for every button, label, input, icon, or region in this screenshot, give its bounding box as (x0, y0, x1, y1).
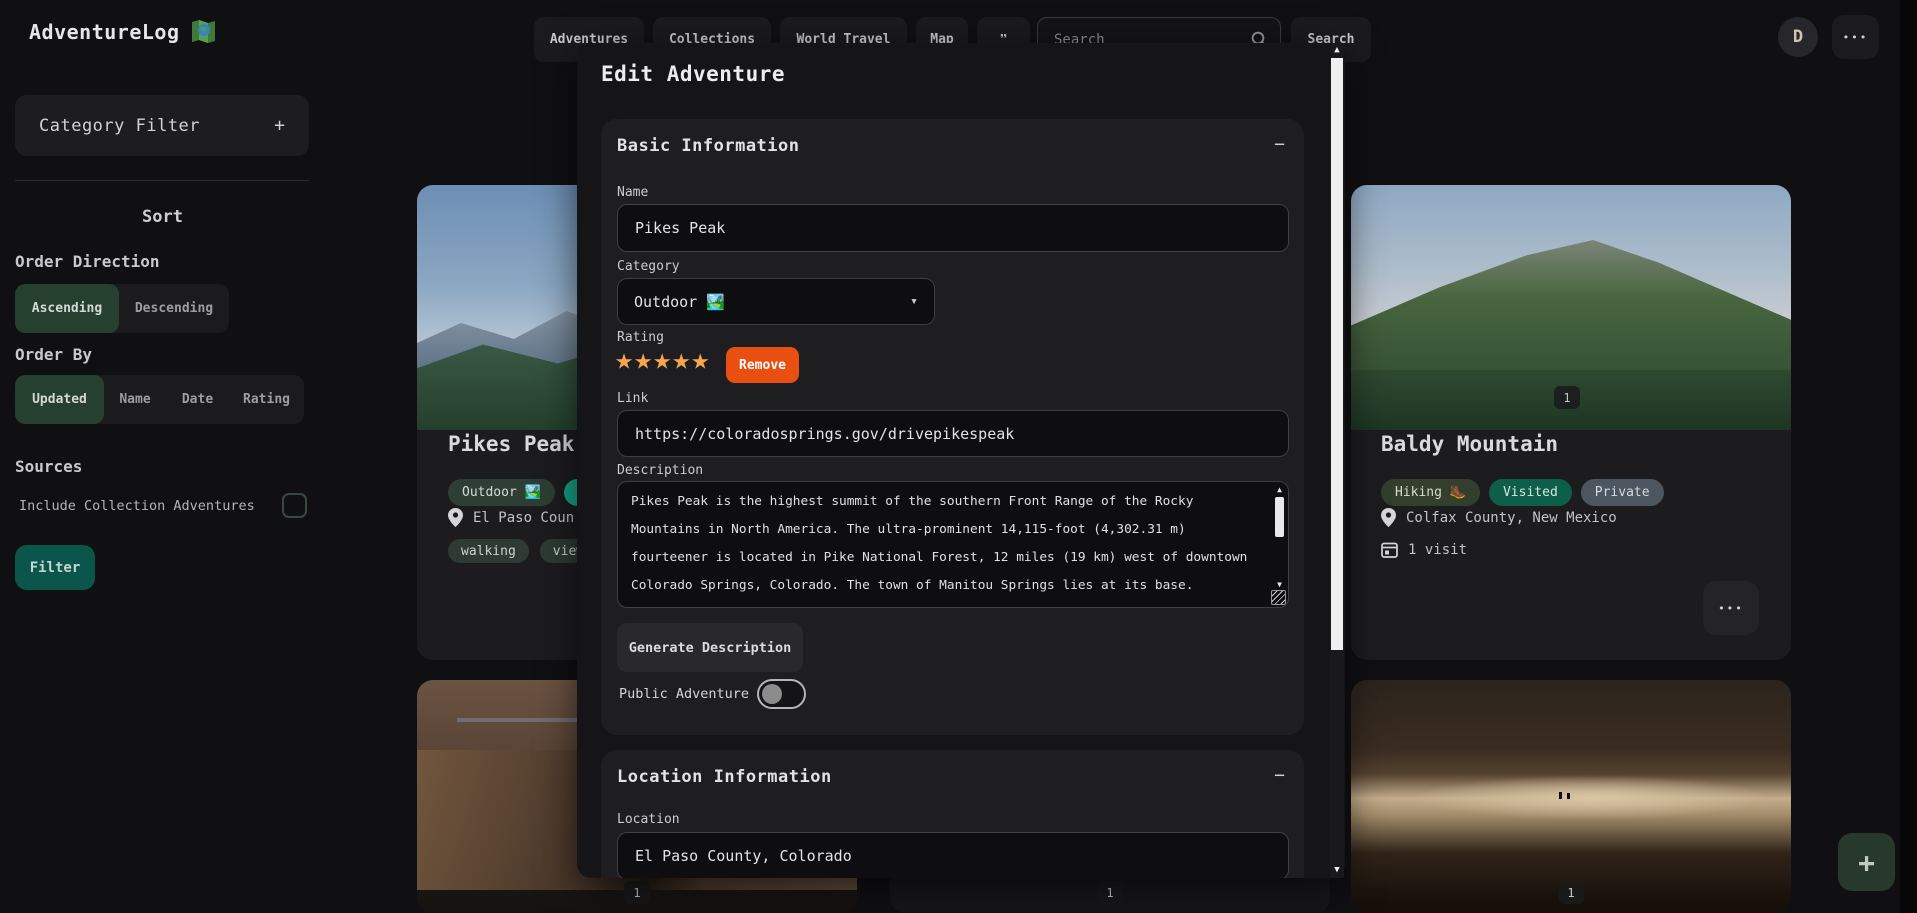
page-scrollbar-track[interactable] (1900, 0, 1917, 913)
name-field[interactable] (617, 204, 1289, 252)
order-by-name[interactable]: Name (104, 375, 166, 424)
description-text: Pikes Peak is the highest summit of the … (631, 488, 1253, 600)
app-root: Pikes Peak Outdoor 🏞️ P El Paso Coun wal… (0, 0, 1917, 913)
add-adventure-fab[interactable]: + (1838, 833, 1895, 891)
direction-option-ascending[interactable]: Ascending (15, 284, 119, 333)
collapse-minus-icon[interactable]: − (1274, 134, 1285, 155)
expand-plus-icon: + (274, 115, 285, 136)
scrollbar-thumb[interactable] (1275, 497, 1284, 537)
modal-scrollbar-thumb[interactable] (1331, 58, 1343, 650)
description-label: Description (617, 463, 703, 478)
card-title: Pikes Peak (448, 432, 574, 456)
generate-description-button[interactable]: Generate Description (617, 623, 803, 672)
resize-grip[interactable] (1271, 590, 1286, 605)
description-textarea[interactable]: Pikes Peak is the highest summit of the … (617, 481, 1289, 608)
rating-stars: ★ ★ ★ ★ ★ (615, 344, 709, 376)
modal-scrollbar[interactable]: ▲ ▼ (1330, 43, 1344, 878)
collapse-minus-icon[interactable]: − (1274, 765, 1285, 786)
public-adventure-toggle[interactable] (757, 679, 806, 709)
location-information-section: Location Information − Location (601, 750, 1304, 878)
card-visits: 1 visit (1408, 542, 1467, 558)
order-direction-label: Order Direction (15, 252, 160, 271)
include-collection-checkbox[interactable] (282, 493, 307, 518)
brand-name: AdventureLog (29, 20, 180, 44)
location-label: Location (617, 812, 680, 827)
image-count-badge: 1 (1097, 881, 1123, 904)
category-badge: Hiking 🥾 (1381, 479, 1480, 506)
visited-badge: Visited (1489, 479, 1572, 506)
order-by-label: Order By (15, 345, 92, 364)
adventure-card-dunes[interactable]: 1 (1351, 680, 1791, 913)
order-by-date[interactable]: Date (166, 375, 229, 424)
chevron-down-icon: ▾ (910, 294, 918, 309)
scroll-up-icon[interactable]: ▲ (1330, 45, 1344, 55)
modal-title: Edit Adventure (601, 62, 785, 86)
edit-adventure-modal: Edit Adventure Basic Information − Name … (577, 43, 1345, 878)
star-icon[interactable]: ★ (691, 344, 709, 376)
category-select[interactable]: Outdoor 🏞️ ▾ (617, 278, 935, 325)
location-pin-icon (1381, 508, 1396, 527)
scroll-down-icon[interactable]: ▼ (1274, 580, 1285, 589)
private-badge: Private (1581, 479, 1664, 506)
filter-button[interactable]: Filter (15, 545, 95, 590)
location-pin-icon (448, 508, 463, 527)
star-icon[interactable]: ★ (653, 344, 671, 376)
sort-title: Sort (0, 207, 325, 227)
textarea-scrollbar[interactable]: ▲ ▼ (1273, 484, 1286, 605)
star-icon[interactable]: ★ (634, 344, 652, 376)
basic-information-title: Basic Information (617, 136, 800, 156)
adventure-card-baldy-mountain[interactable]: 1 Baldy Mountain Hiking 🥾 Visited Privat… (1351, 185, 1791, 660)
scroll-up-icon[interactable]: ▲ (1274, 485, 1285, 494)
scroll-down-icon[interactable]: ▼ (1330, 865, 1344, 875)
order-by-rating[interactable]: Rating (229, 375, 304, 424)
category-filter-panel[interactable]: Category Filter + (15, 95, 309, 156)
order-direction-segment: Ascending Descending (15, 284, 229, 333)
location-information-title: Location Information (617, 767, 832, 787)
order-by-segment: Updated Name Date Rating (15, 375, 304, 424)
card-title: Baldy Mountain (1381, 432, 1558, 456)
remove-rating-button[interactable]: Remove (726, 347, 799, 383)
link-label: Link (617, 391, 648, 406)
public-adventure-label: Public Adventure (619, 686, 749, 702)
user-avatar[interactable]: D (1778, 17, 1818, 57)
card-location: El Paso Coun (473, 510, 574, 526)
basic-information-section: Basic Information − Name Category Outdoo… (601, 119, 1304, 735)
dunes-photo (1351, 680, 1791, 913)
direction-option-descending[interactable]: Descending (119, 284, 229, 333)
sidebar-divider (15, 180, 309, 181)
category-filter-label: Category Filter (39, 116, 274, 136)
star-icon[interactable]: ★ (672, 344, 690, 376)
category-value: Outdoor 🏞️ (634, 293, 725, 311)
card-location: Colfax County, New Mexico (1406, 510, 1617, 526)
name-label: Name (617, 185, 648, 200)
toggle-knob (762, 684, 782, 704)
image-count-badge: 1 (1558, 881, 1584, 904)
image-count-badge: 1 (1554, 386, 1580, 409)
order-by-updated[interactable]: Updated (15, 375, 104, 424)
brand[interactable]: AdventureLog (29, 18, 217, 45)
tag: walking (448, 539, 529, 563)
card-more-button[interactable]: ••• (1703, 581, 1759, 635)
sources-label: Sources (15, 457, 82, 476)
calendar-icon (1381, 541, 1398, 558)
location-field[interactable] (617, 832, 1289, 878)
nav-more-button[interactable]: ••• (1832, 15, 1879, 59)
category-badge: Outdoor 🏞️ (448, 479, 555, 506)
include-collection-label: Include Collection Adventures (19, 498, 255, 514)
link-field[interactable] (617, 410, 1289, 457)
image-count-badge: 1 (624, 881, 650, 904)
star-icon[interactable]: ★ (615, 344, 633, 376)
map-logo-icon (190, 18, 217, 45)
category-label: Category (617, 259, 680, 274)
